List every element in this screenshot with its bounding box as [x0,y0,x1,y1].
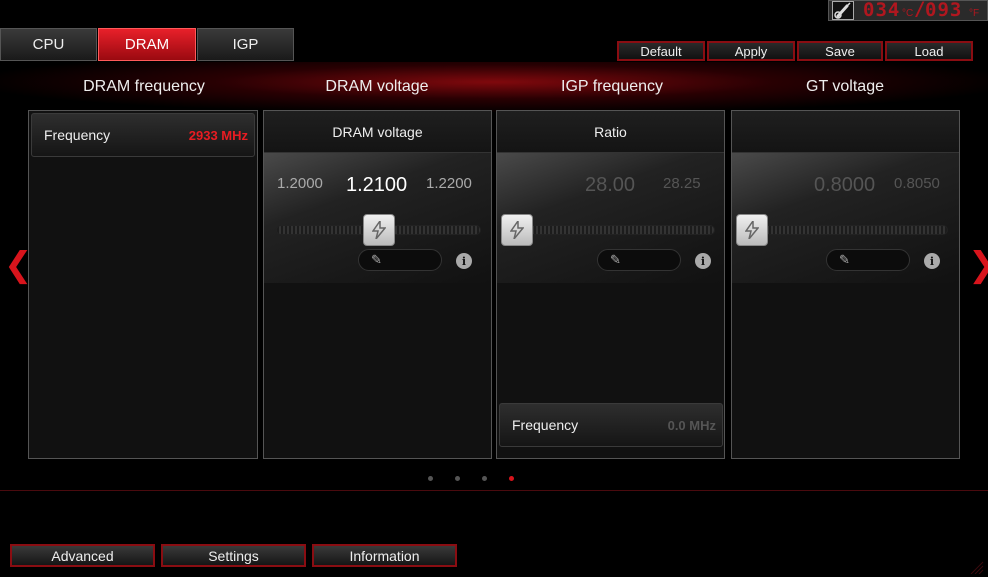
igp-frequency-panel: Ratio 28.00 28.25 ✎ i Frequency 0.0 MHz [496,110,725,459]
divider [0,490,988,491]
next-value: 0.8050 [894,175,940,192]
tab-cpu[interactable]: CPU [0,28,97,61]
fahrenheit-temperature: 093 [925,0,963,21]
unit-fahrenheit: °F [969,8,980,19]
lightning-icon[interactable] [501,214,533,246]
info-icon[interactable]: i [695,253,711,269]
dram-frequency-panel: Frequency 2933 MHz [28,110,258,459]
page-dot-1[interactable] [428,476,433,481]
igp-ratio-dial: 28.00 28.25 ✎ i [497,153,724,283]
gt-voltage-panel: 0.8000 0.8050 ✎ i [731,110,960,459]
igp-frequency-row[interactable]: Frequency 0.0 MHz [499,403,723,447]
page-dot-4[interactable] [509,476,514,481]
info-icon[interactable]: i [924,253,940,269]
pencil-icon[interactable]: ✎ [358,249,442,271]
advanced-button[interactable]: Advanced [10,544,155,567]
info-icon[interactable]: i [456,253,472,269]
lightning-icon[interactable] [736,214,768,246]
chevron-right-icon[interactable]: ❯ [968,245,988,285]
igp-ratio-subtitle: Ratio [497,111,724,153]
dram-voltage-dial: 1.2000 1.2100 1.2200 ✎ i [264,153,491,283]
lightning-icon[interactable] [362,214,395,246]
gt-voltage-subtitle [732,111,959,153]
frequency-label: Frequency [512,417,579,433]
page-dot-2[interactable] [455,476,460,481]
gt-voltage-dial: 0.8000 0.8050 ✎ i [732,153,959,283]
tab-dram[interactable]: DRAM [98,28,196,61]
section-title-igp-frequency: IGP frequency [561,78,663,95]
save-button[interactable]: Save [797,41,883,61]
resize-grip-icon[interactable] [968,560,984,575]
frequency-label: Frequency [44,127,111,143]
next-value: 28.25 [663,175,701,192]
frequency-value: 2933 MHz [188,127,248,143]
cpu-temperature: 034 [863,0,901,21]
apply-button[interactable]: Apply [707,41,795,61]
current-value: 28.00 [585,174,636,196]
slider-track[interactable] [752,225,948,235]
settings-button[interactable]: Settings [161,544,306,567]
page-dot-3[interactable] [482,476,487,481]
information-button[interactable]: Information [312,544,457,567]
dram-frequency-row[interactable]: Frequency 2933 MHz [31,113,255,157]
next-value: 1.2200 [426,175,472,192]
default-button[interactable]: Default [617,41,705,61]
tab-igp[interactable]: IGP [197,28,294,61]
thermometer-icon[interactable] [832,1,854,20]
section-title-dram-voltage: DRAM voltage [325,78,429,95]
prev-value: 1.2000 [277,175,323,192]
section-title-dram-frequency: DRAM frequency [83,78,205,95]
current-value: 0.8000 [814,174,876,196]
load-button[interactable]: Load [885,41,973,61]
pencil-icon[interactable]: ✎ [826,249,910,271]
pencil-icon[interactable]: ✎ [597,249,681,271]
section-title-gt-voltage: GT voltage [806,78,884,95]
unit-celsius: °C [902,8,914,19]
slider-track[interactable] [517,225,715,235]
frequency-value: 0.0 MHz [667,417,716,433]
dram-voltage-subtitle: DRAM voltage [264,111,491,153]
dram-voltage-panel: DRAM voltage 1.2000 1.2100 1.2200 ✎ i [263,110,492,459]
current-value: 1.2100 [346,174,408,196]
